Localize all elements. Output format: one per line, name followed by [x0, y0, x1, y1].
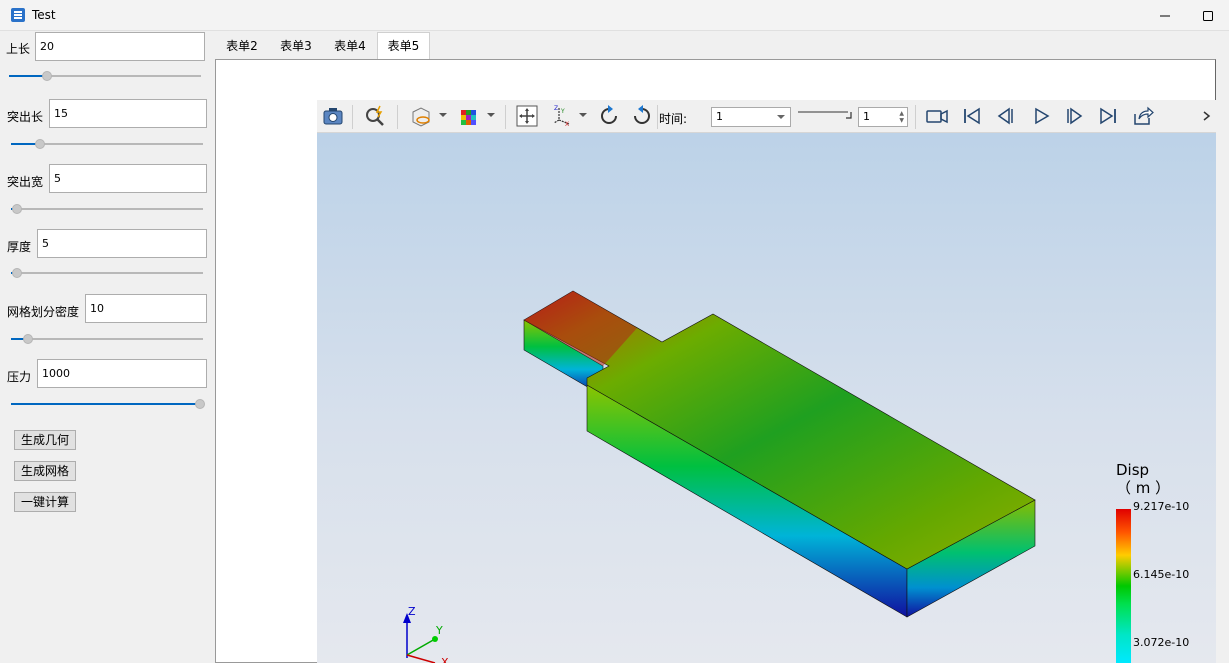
last-frame-icon[interactable]: [1096, 104, 1120, 128]
3d-viewport[interactable]: Z Y X: [317, 133, 1216, 663]
tab-form4[interactable]: 表单4: [324, 33, 376, 60]
chevron-down-icon[interactable]: [579, 113, 587, 117]
record-video-icon[interactable]: [925, 104, 949, 128]
thickness-input[interactable]: 5: [37, 229, 207, 258]
generate-mesh-button[interactable]: 生成网格: [14, 461, 77, 481]
first-frame-icon[interactable]: [960, 104, 984, 128]
time-label: 时间:: [659, 112, 688, 126]
axis-y-label: Y: [435, 624, 443, 637]
time-step-spinner[interactable]: 1 ▲ ▼: [858, 107, 908, 127]
mesh-density-input[interactable]: 10: [85, 294, 207, 323]
pressure-slider[interactable]: [11, 398, 205, 410]
generate-geometry-button[interactable]: 生成几何: [14, 430, 77, 450]
param-label-protrusion-length: 突出长: [7, 110, 44, 124]
zoom-fit-icon[interactable]: [363, 104, 387, 128]
svg-text:Y: Y: [560, 108, 565, 115]
pressure-input[interactable]: 1000: [37, 359, 207, 388]
next-frame-icon[interactable]: [1062, 104, 1086, 128]
legend-unit: （ m ）: [1116, 479, 1171, 497]
time-step-value: 1: [863, 110, 870, 123]
display-mode-icon[interactable]: [409, 104, 433, 128]
axis-view-icon[interactable]: YX Z: [551, 104, 575, 128]
app-icon: [11, 8, 25, 22]
svg-text:Z: Z: [554, 105, 558, 112]
rotate-counterclockwise-icon[interactable]: [630, 104, 654, 128]
export-icon[interactable]: [1131, 104, 1155, 128]
param-label-thickness: 厚度: [7, 240, 32, 254]
svg-text:X: X: [565, 121, 569, 128]
thickness-slider[interactable]: [11, 267, 203, 279]
toolbar-overflow-icon[interactable]: [1201, 104, 1213, 128]
fem-model: Z Y X: [403, 290, 1036, 663]
tab-form3[interactable]: 表单3: [270, 33, 322, 60]
axis-z-label: Z: [408, 605, 416, 618]
top-length-slider[interactable]: [9, 70, 201, 82]
viewer-toolbar: YX Z 时间: 1 1 ▲ ▼: [317, 100, 1216, 133]
minimize-button[interactable]: [1143, 0, 1187, 31]
protrusion-length-slider[interactable]: [11, 138, 203, 150]
tab-form2[interactable]: 表单2: [216, 33, 268, 60]
legend-color-bar: [1116, 509, 1131, 663]
param-label-protrusion-width: 突出宽: [7, 175, 44, 189]
previous-frame-icon[interactable]: [994, 104, 1018, 128]
one-click-compute-button[interactable]: 一键计算: [14, 492, 77, 512]
axis-x-label: X: [441, 656, 449, 663]
chevron-down-icon[interactable]: [439, 113, 447, 117]
pan-icon[interactable]: [515, 104, 539, 128]
maximize-button[interactable]: [1186, 0, 1229, 31]
legend-quantity: Disp: [1116, 461, 1150, 479]
chevron-down-icon[interactable]: [487, 113, 495, 117]
window-title: Test: [32, 8, 56, 22]
protrusion-length-input[interactable]: 15: [49, 99, 207, 128]
right-edge-panel: [1217, 59, 1229, 663]
legend-tick-mid: 6.145e-10: [1133, 568, 1190, 581]
mesh-density-slider[interactable]: [11, 333, 203, 345]
time-step-slider[interactable]: [798, 109, 853, 121]
param-label-mesh-density: 网格划分密度: [7, 305, 80, 319]
maximize-icon: [1203, 10, 1213, 21]
minimize-icon: [1160, 15, 1170, 16]
param-label-pressure: 压力: [7, 370, 32, 384]
play-icon[interactable]: [1029, 104, 1053, 128]
legend-tick-min: 3.072e-10: [1133, 636, 1190, 649]
chevron-down-icon: [777, 115, 785, 119]
tab-form5[interactable]: 表单5: [377, 32, 430, 60]
top-length-input[interactable]: 20: [35, 32, 205, 61]
color-cube-icon[interactable]: [457, 104, 481, 128]
legend-tick-max: 9.217e-10: [1133, 500, 1190, 513]
time-select[interactable]: 1: [711, 107, 791, 127]
time-select-value: 1: [716, 110, 723, 123]
param-label-top-length: 上长: [6, 42, 31, 56]
axis-triad: Z Y X: [403, 605, 449, 663]
protrusion-width-input[interactable]: 5: [49, 164, 207, 193]
camera-icon[interactable]: [321, 104, 345, 128]
spin-down-icon[interactable]: ▼: [899, 118, 904, 124]
legend-title: Disp （ m ）: [1116, 461, 1170, 497]
protrusion-width-slider[interactable]: [11, 203, 203, 215]
title-bar: Test: [0, 0, 1229, 31]
rotate-clockwise-icon[interactable]: [597, 104, 621, 128]
